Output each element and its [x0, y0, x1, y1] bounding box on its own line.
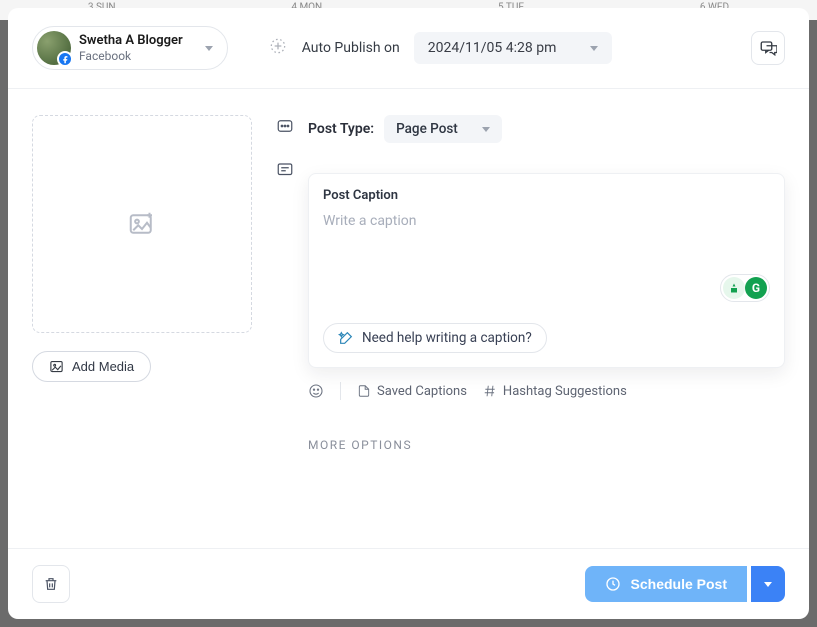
chevron-down-icon — [764, 582, 772, 587]
trash-icon — [43, 576, 59, 592]
more-options-heading: MORE OPTIONS — [308, 438, 785, 452]
image-add-icon — [127, 209, 157, 239]
publish-controls: Auto Publish on 2024/11/05 4:28 pm — [268, 32, 613, 64]
post-type-selected: Page Post — [396, 121, 458, 137]
add-media-button[interactable]: Add Media — [32, 351, 151, 382]
post-type-select[interactable]: Page Post — [384, 115, 502, 143]
saved-captions-button[interactable]: Saved Captions — [357, 384, 467, 399]
image-icon — [49, 359, 64, 374]
modal-footer: Schedule Post — [8, 548, 809, 619]
account-network: Facebook — [79, 49, 183, 63]
caption-icon — [276, 161, 294, 179]
chat-icon — [759, 39, 777, 57]
caption-input[interactable] — [323, 213, 770, 277]
content-column: Post Type: Page Post Post Capti — [276, 115, 785, 548]
facebook-badge-icon — [57, 51, 73, 67]
account-avatar — [37, 31, 71, 65]
caption-widgets: G — [720, 274, 770, 302]
account-selector[interactable]: Swetha A Blogger Facebook — [32, 26, 228, 70]
caption-card: Post Caption G — [308, 173, 785, 368]
hashtag-suggestions-button[interactable]: Hashtag Suggestions — [483, 384, 627, 399]
post-type-label: Post Type: — [308, 121, 374, 137]
chevron-down-icon — [482, 127, 490, 132]
chevron-down-icon — [590, 46, 598, 51]
emoji-icon — [308, 383, 324, 399]
caption-help-label: Need help writing a caption? — [362, 330, 532, 346]
media-dropzone[interactable] — [32, 115, 252, 333]
conversation-button[interactable] — [751, 31, 785, 65]
hashtag-suggestions-label: Hashtag Suggestions — [503, 384, 627, 399]
media-column: Add Media — [32, 115, 252, 548]
divider — [340, 382, 341, 400]
post-type-row: Post Type: Page Post — [276, 115, 785, 143]
schedule-post-button[interactable]: Schedule Post — [585, 566, 747, 602]
schedule-group: Schedule Post — [585, 566, 785, 602]
caption-help-button[interactable]: Need help writing a caption? — [323, 323, 547, 353]
magic-wand-icon — [338, 330, 354, 346]
add-media-label: Add Media — [72, 359, 134, 374]
modal-body: Add Media Post Type: Page Post — [8, 89, 809, 548]
modal-header: Swetha A Blogger Facebook Auto Publish o… — [8, 8, 809, 89]
sparkle-icon — [268, 36, 288, 60]
account-name: Swetha A Blogger — [79, 33, 183, 49]
datetime-value: 2024/11/05 4:28 pm — [428, 40, 557, 56]
hashtag-icon — [483, 384, 497, 398]
auto-publish-label: Auto Publish on — [302, 40, 400, 56]
file-icon — [357, 384, 371, 398]
saved-captions-label: Saved Captions — [377, 384, 467, 399]
datetime-picker[interactable]: 2024/11/05 4:28 pm — [414, 32, 613, 64]
chevron-down-icon — [205, 46, 213, 51]
post-type-icon — [276, 117, 294, 135]
assistant-badge-icon[interactable] — [723, 277, 745, 299]
schedule-post-label: Schedule Post — [631, 576, 727, 592]
caption-tools: Saved Captions Hashtag Suggestions — [308, 382, 785, 400]
clock-icon — [605, 576, 621, 592]
schedule-options-button[interactable] — [751, 566, 785, 602]
emoji-button[interactable] — [308, 383, 324, 399]
grammarly-icon[interactable]: G — [745, 277, 767, 299]
delete-button[interactable] — [32, 565, 70, 603]
caption-title: Post Caption — [323, 188, 770, 203]
account-text: Swetha A Blogger Facebook — [79, 33, 183, 63]
compose-modal: Swetha A Blogger Facebook Auto Publish o… — [8, 8, 809, 619]
